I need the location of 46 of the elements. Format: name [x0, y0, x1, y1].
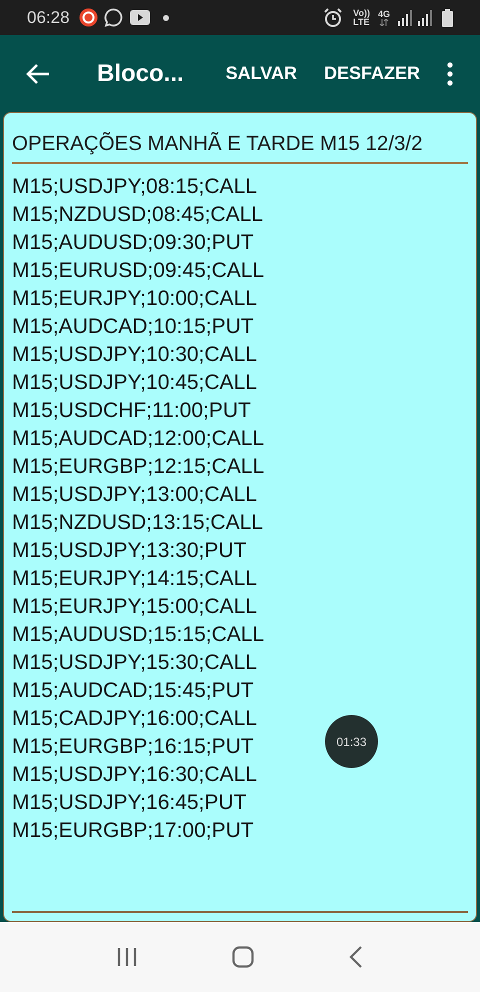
signal-icon [418, 10, 432, 26]
back-icon[interactable] [348, 946, 363, 968]
note-title: OPERAÇÕES MANHÃ E TARDE M15 12/3/2 [12, 130, 468, 164]
battery-icon [442, 8, 453, 26]
chat-bubble-icon [104, 8, 123, 27]
alarm-icon [323, 8, 344, 28]
play-icon [130, 10, 150, 25]
note-line: M15;AUDCAD;10:15;PUT [12, 314, 254, 340]
volte-label: Vo)) [353, 8, 370, 18]
action-button[interactable]: DESFAZER [324, 60, 420, 87]
note-line: M15;EURGBP;17:00;PUT [12, 818, 254, 844]
more-icon [447, 62, 453, 86]
note-line: M15;USDJPY;13:00;CALL [12, 482, 257, 508]
note-line: M15;USDJPY;16:45;PUT [12, 790, 246, 816]
note-line: M15;NZDUSD;08:45;CALL [12, 202, 263, 228]
note-line: M15;AUDCAD;15:45;PUT [12, 678, 254, 704]
note-line: M15;EURJPY;14:15;CALL [12, 566, 257, 592]
network-label: 4G [378, 9, 390, 19]
note-line: M15;USDJPY;15:30;CALL [12, 650, 257, 676]
status-time: 06:28 [27, 6, 70, 29]
note-line: M15;EURJPY;15:00;CALL [12, 594, 257, 620]
note-line: M15;USDJPY;08:15;CALL [12, 174, 257, 200]
note-line: M15;USDCHF;11:00;PUT [12, 398, 251, 424]
lte-label: LTE [353, 18, 370, 26]
note-line: M15;EURUSD;09:45;CALL [12, 258, 264, 284]
recent-apps-icon[interactable] [117, 948, 138, 966]
note-line: M15;USDJPY;10:30;CALL [12, 342, 257, 368]
note-line: M15;EURGBP;12:15;CALL [12, 454, 264, 480]
data-arrows-icon [378, 19, 389, 26]
action-button[interactable]: SALVAR [226, 60, 297, 87]
note-line: M15;USDJPY;16:30;CALL [12, 762, 257, 788]
note-line: M15;USDJPY;10:45;CALL [12, 370, 257, 396]
note-line: M15;AUDUSD;09:30;PUT [12, 230, 254, 256]
note-line: M15;AUDUSD;15:15;CALL [12, 622, 264, 648]
recorder-icon [78, 8, 98, 27]
note-line: M15;EURJPY;10:00;CALL [12, 286, 257, 312]
note-line: M15;AUDCAD;12:00;CALL [12, 426, 264, 452]
note-line: M15;NZDUSD;13:15;CALL [12, 510, 263, 536]
app-title: Bloco... [97, 58, 184, 88]
home-icon[interactable] [232, 946, 254, 968]
note-line: M15;EURGBP;16:15;PUT [12, 734, 254, 760]
signal-icon [398, 10, 412, 26]
dot-icon [162, 14, 169, 20]
note-line: M15;USDJPY;13:30;PUT [12, 538, 246, 564]
back-icon [26, 62, 50, 84]
note-line: M15;CADJPY;16:00;CALL [12, 706, 257, 732]
